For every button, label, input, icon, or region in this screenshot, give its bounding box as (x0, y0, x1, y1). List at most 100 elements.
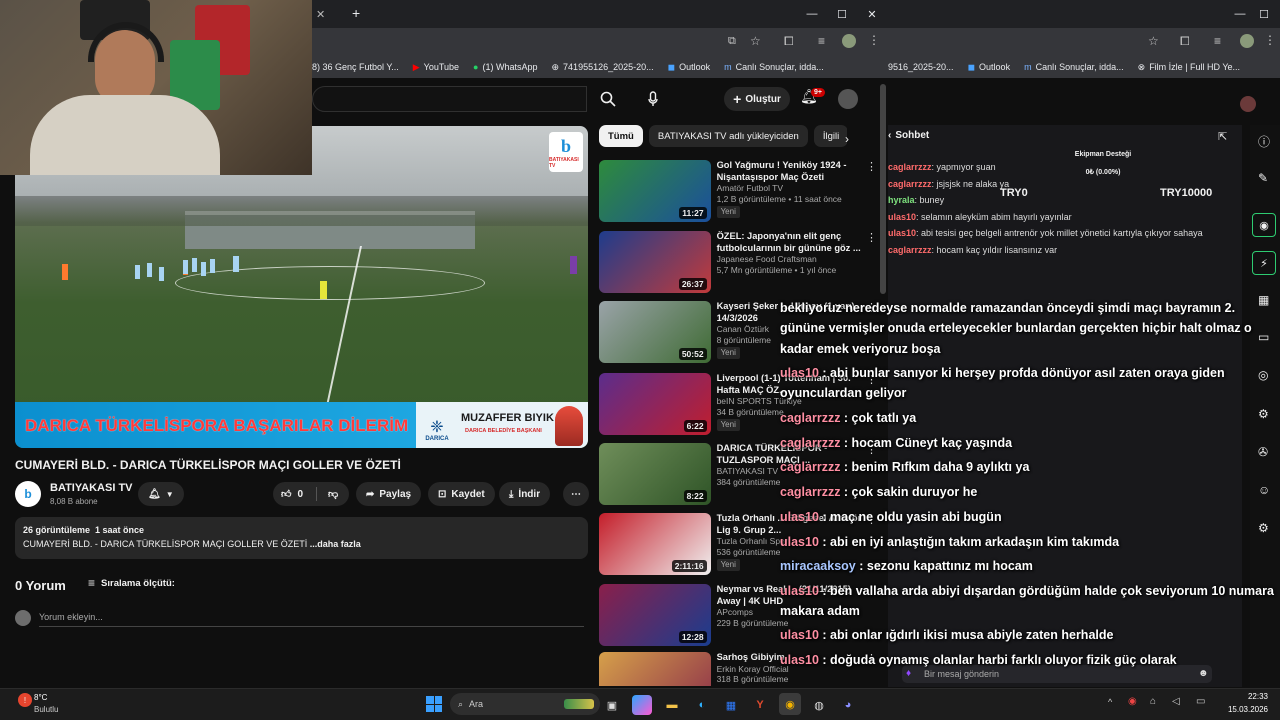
reading-list-icon[interactable]: ≡ (1214, 34, 1221, 48)
more-icon[interactable]: ⋮ (866, 231, 877, 244)
video-thumbnail[interactable]: 2:11:16 (599, 513, 711, 575)
create-button[interactable]: + Oluştur (724, 87, 790, 111)
video-thumbnail[interactable]: 6:22 (599, 373, 711, 435)
extensions-icon[interactable]: ⧠ (784, 34, 794, 49)
minimize-icon[interactable]: — (796, 0, 828, 28)
mic-icon[interactable] (640, 87, 666, 111)
search-icon[interactable] (594, 86, 622, 112)
settings-icon[interactable]: ⚙︎ (1258, 407, 1269, 421)
maximize-icon[interactable]: ☐ (1248, 0, 1280, 28)
chat-username[interactable]: ulas10 (888, 228, 916, 238)
more-actions-button[interactable]: ⋯ (563, 482, 589, 506)
battery-icon[interactable]: ▭ (1196, 696, 1205, 707)
close-window-icon[interactable]: ✕ (856, 0, 888, 28)
chat-username[interactable]: caglarrzzz (888, 162, 932, 172)
chat-username[interactable]: caglarrzzz (888, 179, 932, 189)
video-title[interactable]: ÖZEL: Japonya'nın elit genç futbolcuları… (717, 231, 866, 254)
subscribe-bell-button[interactable]: 🔔︎ ▼ (138, 482, 184, 506)
account-avatar[interactable] (838, 89, 858, 109)
chevron-up-icon[interactable]: ^ (1108, 697, 1112, 707)
edit-icon[interactable]: ✎ (1258, 171, 1268, 185)
bookmark-item[interactable]: ● (1) WhatsApp (473, 62, 537, 72)
profile-avatar[interactable] (1240, 34, 1254, 48)
video-thumbnail[interactable]: 12:28 (599, 584, 711, 646)
chart-icon[interactable]: ▦ (1258, 293, 1269, 307)
chip-uploader[interactable]: BATIYAKASI TV adlı yükleyiciden (648, 125, 808, 147)
chip-all[interactable]: Tümü (599, 125, 643, 147)
weather-alert-icon[interactable]: ! (18, 693, 32, 707)
file-explorer-icon[interactable]: ▬ (662, 695, 682, 715)
gear-icon[interactable]: ⚙︎ (1258, 521, 1269, 535)
video-thumbnail[interactable]: 11:27 (599, 160, 711, 222)
people-icon[interactable]: ☺ (1258, 483, 1270, 497)
show-more-link[interactable]: ...daha fazla (310, 539, 361, 549)
popout-icon[interactable]: ⇱ (1218, 130, 1227, 143)
chat-username[interactable]: caglarrzzz (888, 245, 932, 255)
bookmark-item[interactable]: ▶ YouTube (413, 62, 459, 73)
weather-desc[interactable]: Bulutlu (34, 705, 58, 714)
reading-list-icon[interactable]: ≡ (818, 34, 825, 48)
channel-name[interactable]: Amatör Futbol TV (717, 183, 866, 194)
sort-button[interactable]: ≡ Sıralama ölçütü: (88, 576, 175, 590)
video-thumbnail[interactable]: 26:37 (599, 231, 711, 293)
share-button[interactable]: ➦ Paylaş (356, 482, 422, 506)
bookmark-item[interactable]: 9516_2025-20... (888, 62, 954, 72)
profile-avatar[interactable] (842, 34, 856, 48)
sidebar-video-item[interactable]: 6:22 Liverpool (1-1) Tottenham | 30. Haft… (599, 373, 877, 435)
video-thumbnail[interactable]: 8:22 (599, 443, 711, 505)
channel-avatar[interactable]: b (15, 481, 41, 507)
streamer-avatar[interactable] (1240, 96, 1256, 112)
wrench-icon[interactable]: ✇ (1258, 445, 1268, 459)
bookmark-item[interactable]: m Canlı Sonuçlar, idda... (724, 62, 824, 72)
lightning-icon[interactable]: ⚡︎ (1252, 251, 1276, 275)
star-icon[interactable]: ☆ (750, 34, 761, 48)
yandex-icon[interactable]: Y (750, 695, 770, 715)
chat-icon[interactable]: ▭ (1258, 330, 1269, 344)
chat-username[interactable]: hyrala (888, 195, 915, 205)
clock-time[interactable]: 22:33 (1220, 692, 1268, 701)
video-thumbnail[interactable]: 50:52 (599, 301, 711, 363)
star-icon[interactable]: ☆ (1148, 34, 1159, 48)
taskbar-search[interactable]: ⌕ Ara (450, 693, 600, 715)
thumbs-down-icon[interactable]: 👎︎ (328, 488, 338, 500)
chip-related[interactable]: İlgili (813, 125, 847, 147)
edge-icon[interactable]: ◐ (692, 695, 712, 715)
bookmark-item[interactable]: 8) 36 Genç Futbol Y... (312, 62, 399, 72)
network-icon[interactable]: ⌂ (1150, 696, 1156, 707)
menu-icon[interactable]: ⋮ (1264, 33, 1276, 47)
sidebar-video-item[interactable]: 11:27 Gol Yağmuru ! Yeniköy 1924 - Nişant… (599, 160, 877, 222)
channel-name[interactable]: Japanese Food Craftsman (717, 254, 866, 265)
chevron-left-icon[interactable]: ‹ (888, 130, 891, 141)
obs-icon[interactable]: ◍ (809, 695, 829, 715)
channel-name[interactable]: BATIYAKASI TV (50, 482, 133, 494)
bits-icon[interactable]: ♦ (906, 668, 911, 679)
search-input[interactable] (312, 86, 587, 112)
new-tab-button[interactable]: + (352, 5, 360, 21)
chat-username[interactable]: ulas10 (888, 212, 916, 222)
weather-temp[interactable]: 8°C (34, 693, 47, 702)
more-icon[interactable]: ⋮ (866, 160, 877, 173)
bookmark-item[interactable]: m Canlı Sonuçlar, idda... (1024, 62, 1124, 72)
copilot-icon[interactable] (632, 695, 652, 715)
broadcast-icon[interactable]: ◎ (1258, 368, 1268, 382)
save-button[interactable]: ⊡ Kaydet (428, 482, 495, 506)
chat-input[interactable]: ♦ Bir mesaj gönderin ☻ (902, 665, 1212, 683)
discord-icon[interactable]: ◕ (838, 695, 858, 715)
video-thumbnail[interactable] (599, 652, 711, 686)
info-icon[interactable]: ⓘ (1258, 133, 1270, 150)
task-view-icon[interactable]: ▣ (602, 695, 622, 715)
tray-app-icon[interactable]: ◉ (1128, 696, 1137, 707)
description-box[interactable]: 26 görüntüleme 1 saat önce CUMAYERİ BLD.… (15, 517, 588, 559)
sidebar-video-item[interactable]: 26:37 ÖZEL: Japonya'nın elit genç futbolc… (599, 231, 877, 293)
comment-input[interactable]: Yorum ekleyin... (39, 612, 584, 627)
bookmark-item[interactable]: ⊕ 741955126_2025-20... (552, 62, 654, 73)
download-button[interactable]: ⤓ İndir (499, 482, 551, 506)
bookmark-item[interactable]: ⊗ Film İzle | Full HD Ye... (1138, 62, 1240, 73)
camera-icon[interactable]: ◉ (1252, 213, 1276, 237)
store-icon[interactable]: ▦ (721, 695, 741, 715)
page-scrollbar[interactable] (880, 84, 886, 294)
close-tab-icon[interactable]: ✕ (316, 8, 325, 21)
chevron-right-icon[interactable]: › (845, 132, 849, 146)
video-title[interactable]: Gol Yağmuru ! Yeniköy 1924 - Nişantaşısp… (717, 160, 866, 183)
menu-icon[interactable]: ⋮ (868, 33, 880, 47)
